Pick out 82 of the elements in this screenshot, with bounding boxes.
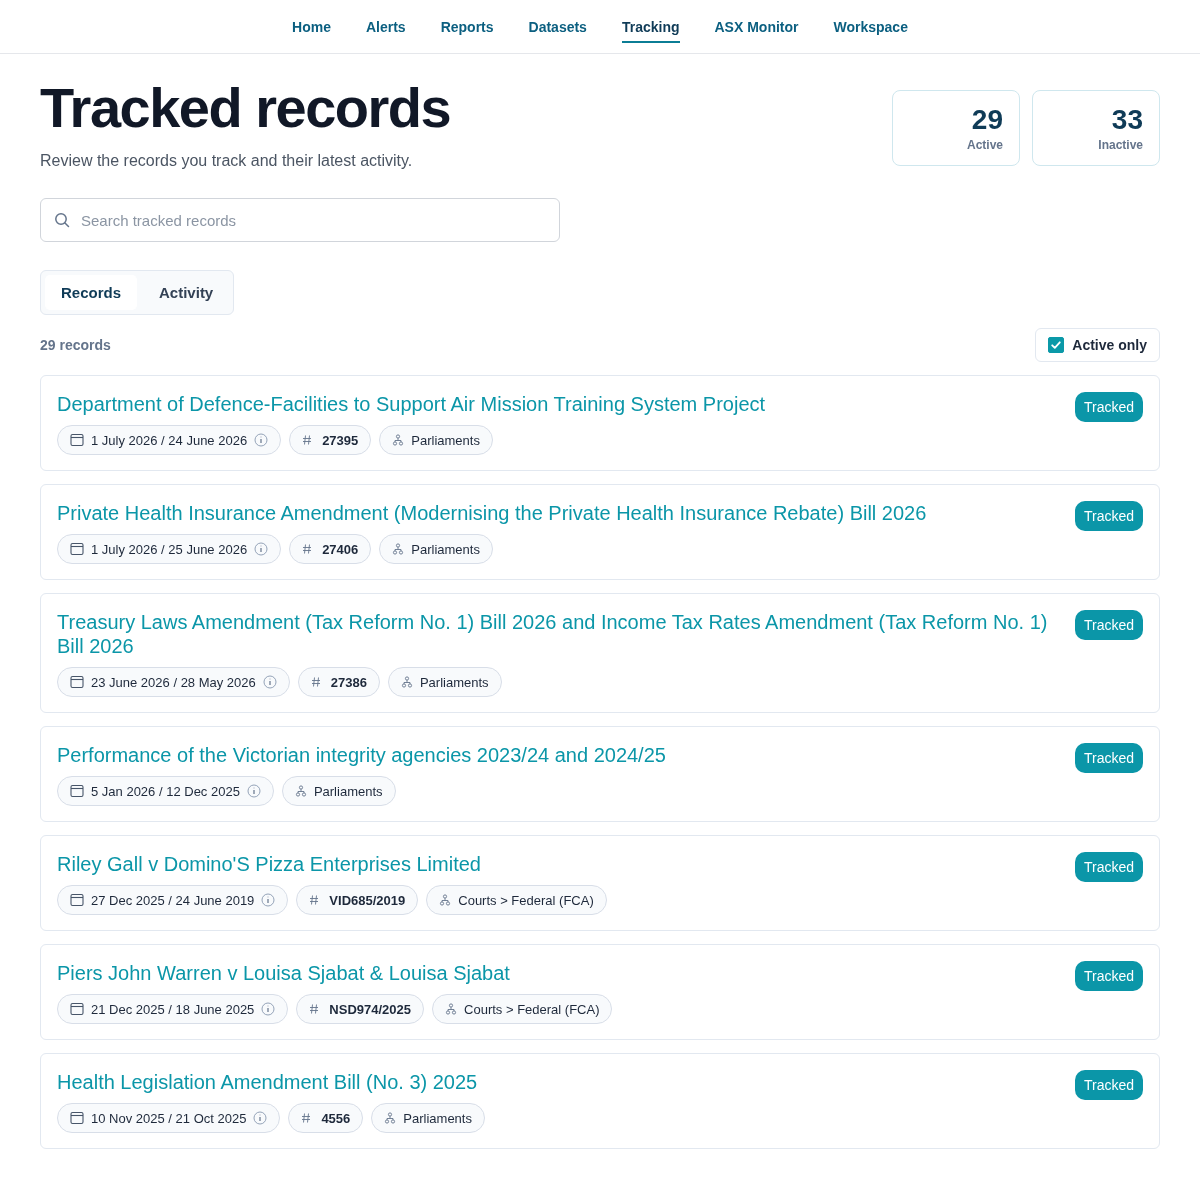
status-badge: Tracked — [1074, 852, 1143, 882]
page-subtitle: Review the records you track and their latest activity. — [40, 152, 414, 170]
calendar-icon — [70, 893, 84, 907]
nav-link[interactable]: Alerts — [365, 10, 406, 43]
checkbox[interactable] — [1048, 337, 1065, 353]
record-number: VID685/2019 — [329, 892, 406, 908]
hierarchy-icon — [439, 894, 452, 906]
record-title-link[interactable]: Riley Gall v Domino'S Pizza Enterprises Limited — [57, 852, 1055, 876]
tab[interactable]: Records — [45, 275, 138, 310]
record-count: 29 records — [40, 337, 111, 353]
status-badge: Tracked — [1074, 1070, 1143, 1100]
date-range: 10 Nov 2025 / 21 Oct 2025 — [91, 1110, 247, 1126]
date-range: 1 July 2026 / 25 June 2026 — [91, 541, 248, 557]
source-label: Parliaments — [411, 541, 480, 557]
record-title-link[interactable]: Department of Defence-Facilities to Support Air Mission Training System Project — [57, 392, 1055, 416]
hash-icon — [302, 543, 313, 555]
nav-link[interactable]: Workspace — [833, 10, 908, 43]
status-badge: Tracked — [1074, 743, 1143, 773]
record-title-link[interactable]: Health Legislation Amendment Bill (No. 3) 2025 — [57, 1070, 1055, 1094]
source-label: Courts > Federal (FCA) — [458, 892, 594, 908]
record-title-link[interactable]: Performance of the Victorian integrity agencies 2023/24 and 2024/25 — [57, 743, 1055, 767]
source-label: Parliaments — [411, 432, 480, 448]
info-icon[interactable] — [246, 784, 261, 798]
info-icon[interactable] — [254, 542, 269, 556]
hash-icon — [301, 1112, 312, 1124]
record-number: 27386 — [330, 674, 367, 690]
calendar-icon — [70, 1111, 84, 1125]
hierarchy-icon — [294, 785, 307, 797]
record-number: 27395 — [322, 432, 359, 448]
info-icon[interactable] — [262, 675, 277, 689]
hash-icon — [302, 434, 313, 446]
search-field[interactable]: Search tracked records — [40, 198, 560, 242]
hierarchy-icon — [445, 1003, 458, 1015]
stat-value: 33 — [1111, 104, 1143, 136]
hash-icon — [310, 676, 321, 688]
status-badge: Tracked — [1074, 392, 1143, 422]
source-label: Parliaments — [419, 674, 489, 690]
hash-icon — [309, 894, 320, 906]
status-badge: Tracked — [1074, 501, 1143, 531]
active-only-toggle[interactable]: Active only — [1035, 328, 1160, 362]
info-icon[interactable] — [261, 893, 276, 907]
stat-label: Inactive — [1098, 138, 1143, 152]
hierarchy-icon — [384, 1112, 397, 1124]
status-badge: Tracked — [1074, 961, 1143, 991]
record-number: 4556 — [321, 1110, 351, 1126]
date-range: 27 Dec 2025 / 24 June 2019 — [91, 892, 255, 908]
nav-link[interactable]: Home — [292, 10, 331, 43]
nav-link[interactable]: Reports — [440, 10, 494, 43]
stat-value: 29 — [971, 104, 1003, 136]
source-label: Parliaments — [403, 1110, 472, 1126]
hash-icon — [309, 1003, 320, 1015]
hierarchy-icon — [400, 676, 413, 688]
page-title: Tracked records — [40, 80, 451, 136]
info-icon[interactable] — [261, 1002, 276, 1016]
status-badge: Tracked — [1074, 610, 1143, 640]
record-title-link[interactable]: Treasury Laws Amendment (Tax Reform No. 1) Bill 2026 and Income Tax Rates Amendment (Tax Reform No. 1) Bill 2026 — [57, 610, 1055, 658]
info-icon[interactable] — [253, 1111, 268, 1125]
date-range: 1 July 2026 / 24 June 2026 — [91, 432, 248, 448]
calendar-icon — [70, 542, 84, 556]
nav-link[interactable]: Datasets — [528, 10, 587, 43]
date-range: 5 Jan 2026 / 12 Dec 2025 — [91, 783, 240, 799]
record-title-link[interactable]: Piers John Warren v Louisa Sjabat & Louisa Sjabat — [57, 961, 1055, 985]
tab[interactable]: Activity — [143, 275, 230, 310]
info-icon[interactable] — [254, 433, 269, 447]
source-label: Courts > Federal (FCA) — [464, 1001, 600, 1017]
calendar-icon — [70, 784, 84, 798]
stat-label: Active — [966, 138, 1003, 152]
calendar-icon — [70, 675, 84, 689]
hierarchy-icon — [392, 543, 405, 555]
hierarchy-icon — [392, 434, 405, 446]
record-number: NSD974/2025 — [329, 1001, 412, 1017]
nav-link[interactable]: Tracking — [621, 10, 680, 43]
calendar-icon — [70, 433, 84, 447]
source-label: Parliaments — [313, 783, 383, 799]
check-icon — [1050, 339, 1063, 351]
record-number: 27406 — [322, 541, 359, 557]
nav-link[interactable]: ASX Monitor — [714, 10, 799, 43]
date-range: 23 June 2026 / 28 May 2026 — [91, 674, 256, 690]
record-title-link[interactable]: Private Health Insurance Amendment (Modernising the Private Health Insurance Rebate) Bill 2026 — [57, 501, 1055, 525]
date-range: 21 Dec 2025 / 18 June 2025 — [91, 1001, 255, 1017]
search-icon — [54, 212, 70, 228]
calendar-icon — [70, 1002, 84, 1016]
